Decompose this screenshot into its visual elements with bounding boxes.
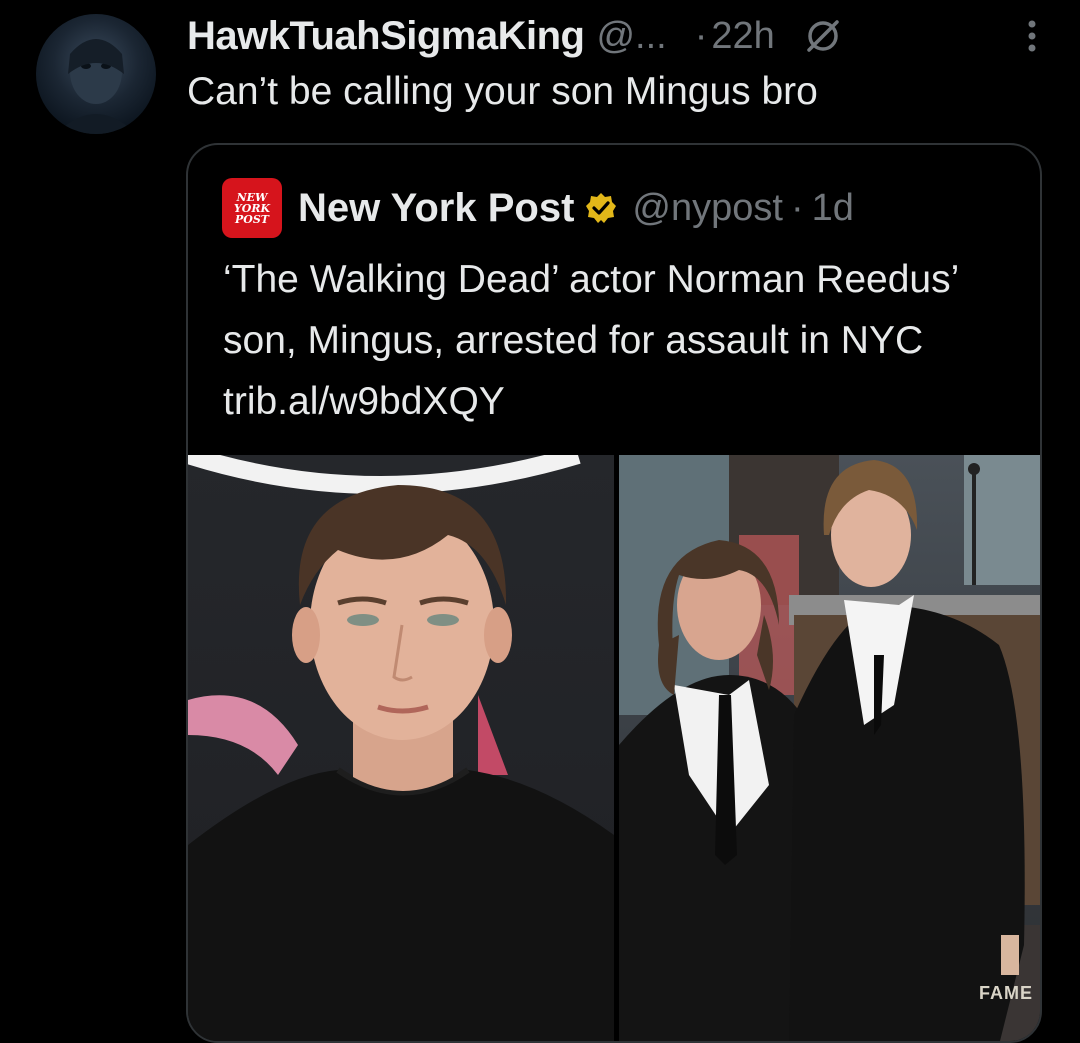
- separator-dot: ·: [790, 186, 804, 229]
- media-grid: FAME: [188, 455, 1040, 1041]
- quoted-tweet-card[interactable]: NEW YORK POST New York Post @nypost · 1d…: [186, 143, 1042, 1043]
- nypost-logo[interactable]: NEW YORK POST: [222, 178, 282, 238]
- timestamp[interactable]: 22h: [711, 15, 774, 58]
- quoted-display-name[interactable]: New York Post: [298, 186, 574, 231]
- more-options-icon[interactable]: [1017, 10, 1047, 62]
- display-name[interactable]: HawkTuahSigmaKing: [187, 14, 585, 59]
- quoted-tweet-text: ‘The Walking Dead’ actor Norman Reedus’ …: [223, 258, 958, 423]
- quoted-tweet-header: NEW YORK POST New York Post @nypost · 1d: [222, 178, 854, 238]
- tweet-header: HawkTuahSigmaKing @... · 22h: [187, 10, 1047, 62]
- avatar[interactable]: [36, 14, 156, 134]
- photo-right[interactable]: FAME: [619, 455, 1040, 1041]
- tweet-text: Can’t be calling your son Mingus bro: [187, 70, 818, 113]
- walk-of-fame-sign-text: FAME: [979, 983, 1034, 1003]
- grok-icon[interactable]: [803, 16, 843, 56]
- photo-left[interactable]: [188, 455, 614, 1041]
- nypost-logo-line: NEW: [236, 190, 268, 204]
- quoted-timestamp[interactable]: 1d: [812, 187, 854, 230]
- quoted-handle[interactable]: @nypost: [632, 187, 783, 230]
- verified-badge-icon: [584, 191, 618, 225]
- nypost-logo-line: POST: [235, 212, 269, 226]
- nypost-logo-line: YORK: [233, 201, 271, 215]
- separator-dot: ·: [694, 14, 708, 57]
- user-handle[interactable]: @...: [596, 15, 666, 58]
